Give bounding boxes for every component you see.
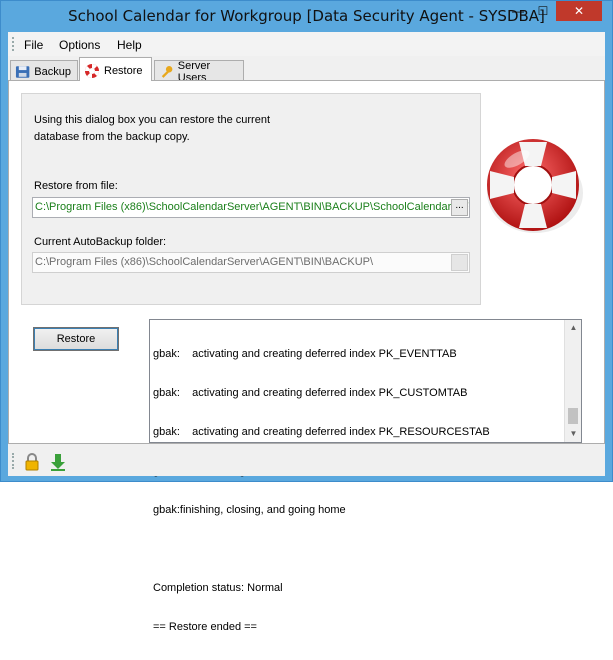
download-arrow-icon[interactable] [48,452,68,472]
minimize-button[interactable]: — [506,1,530,21]
restore-button[interactable]: Restore [33,327,119,351]
scroll-up-icon[interactable]: ▲ [565,320,582,336]
restore-log-textarea[interactable]: gbak: activating and creating deferred i… [149,319,582,633]
log-line: Completion status: Normal [153,582,283,594]
scroll-thumb[interactable] [568,408,578,424]
lifebuoy-illustration-icon [487,139,583,233]
browse-file-button[interactable]: ... [451,199,468,216]
log-line: gbak: activating and creating deferred i… [153,348,457,360]
tab-restore-label: Restore [104,64,143,77]
lifebuoy-icon [84,63,100,78]
status-bar [8,448,605,476]
restore-settings-group: Using this dialog box you can restore th… [21,93,481,305]
restore-log-text: gbak: activating and creating deferred i… [153,322,563,660]
menu-bar: File Options Help [8,32,605,56]
restore-from-file-label: Restore from file: [34,180,118,192]
close-button[interactable]: ✕ [556,1,602,21]
log-line: gbak:finishing, closing, and going home [153,504,346,516]
browse-folder-button [451,254,468,271]
main-window: School Calendar for Workgroup [Data Secu… [0,0,613,633]
scroll-down-icon[interactable]: ▼ [565,426,582,442]
log-line: == Restore ended == [153,621,257,633]
restore-panel: Using this dialog box you can restore th… [8,80,605,633]
intro-line-1: Using this dialog box you can restore th… [34,114,271,126]
client-area: File Options Help Backup Restore Server … [8,32,605,633]
autobackup-folder-label: Current AutoBackup folder: [34,236,167,248]
lock-icon[interactable] [22,452,42,472]
restore-file-input[interactable]: C:\Program Files (x86)\SchoolCalendarSer… [32,197,470,218]
intro-line-2: database from the backup copy. [34,131,190,143]
menu-file[interactable]: File [24,38,43,52]
title-bar[interactable]: School Calendar for Workgroup [Data Secu… [1,1,612,31]
maximize-button[interactable]: ☐ [531,1,555,21]
autobackup-folder-input: C:\Program Files (x86)\SchoolCalendarSer… [32,252,470,273]
tab-server-users[interactable]: Server Users [154,60,244,84]
menu-help[interactable]: Help [117,38,142,52]
tab-backup-label: Backup [34,65,71,78]
log-line: gbak: activating and creating deferred i… [153,426,490,438]
menu-grip-icon [12,37,15,51]
log-line: gbak: activating and creating deferred i… [153,387,468,399]
disk-icon [15,65,30,78]
tab-restore[interactable]: Restore [79,57,152,81]
log-scrollbar[interactable]: ▲ ▼ [564,320,581,442]
menu-options[interactable]: Options [59,38,100,52]
intro-text: Using this dialog box you can restore th… [34,112,294,146]
key-icon [161,65,173,78]
statusbar-grip-icon [12,453,15,469]
tab-strip: Backup Restore Server Users [8,57,605,84]
tab-backup[interactable]: Backup [10,60,78,80]
